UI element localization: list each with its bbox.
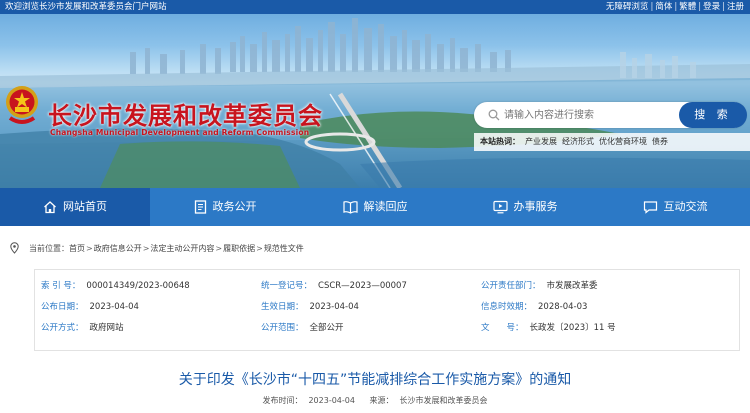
breadcrumb: 当前位置： 首页 > 政府信息公开 > 法定主动公开内容 > 履职依据 > 规范性文件: [10, 242, 304, 254]
document-icon: [194, 200, 206, 214]
source-label: 来源：: [369, 396, 394, 405]
welcome-text: 欢迎浏览长沙市发展和改革委员会门户网站: [5, 2, 167, 12]
breadcrumb-label: 当前位置：: [29, 243, 69, 253]
nav-item-home[interactable]: 网站首页: [0, 188, 150, 226]
breadcrumb-item[interactable]: 政府信息公开: [94, 243, 142, 254]
hot-word-link[interactable]: 优化营商环境: [599, 137, 647, 146]
hot-word-link[interactable]: 债券: [652, 137, 668, 146]
nav-item-gov-affairs[interactable]: 政务公开: [150, 188, 300, 226]
simplified-link[interactable]: 简体: [655, 0, 672, 14]
meta-scope: 公开范围： 全部公开: [261, 323, 344, 333]
meta-pub-date: 公布日期： 2023-04-04: [41, 302, 139, 312]
hot-word-link[interactable]: 产业发展: [525, 137, 557, 146]
traditional-link[interactable]: 繁體: [679, 0, 696, 14]
hot-words: 本站热词： 产业发展 经济形式 优化营商环境 债券: [474, 133, 750, 151]
nav-item-interaction[interactable]: 互动交流: [600, 188, 750, 226]
breadcrumb-item[interactable]: 法定主动公开内容: [150, 243, 214, 254]
meta-index-no: 索 引 号： 000014349/2023-00648: [41, 281, 190, 291]
login-link[interactable]: 登录: [703, 0, 720, 14]
breadcrumb-item[interactable]: 规范性文件: [264, 243, 304, 254]
home-icon: [44, 201, 56, 214]
source-value: 长沙市发展和改革委员会: [399, 396, 488, 405]
site-title: 长沙市发展和改革委员会: [48, 101, 323, 130]
document-meta-table: 索 引 号： 000014349/2023-00648 统一登记号： CSCR—20…: [34, 269, 740, 351]
article-info: 发布时间： 2023-04-04 来源： 长沙市发展和改革委员会: [0, 395, 750, 406]
top-links: 无障碍浏览 | 简体 | 繁體 | 登录 | 注册: [605, 0, 744, 14]
main-nav: 网站首页 政务公开 解读回应 办事服务 互动交流: [0, 188, 750, 226]
meta-expire-date: 信息时效期： 2028-04-03: [481, 302, 588, 312]
nav-item-interpretation[interactable]: 解读回应: [300, 188, 450, 226]
site-subtitle: Changsha Municipal Development and Refor…: [50, 128, 310, 137]
publish-date: 2023-04-04: [308, 396, 355, 405]
national-emblem-icon: [6, 86, 38, 124]
search-input[interactable]: [504, 105, 674, 125]
breadcrumb-item[interactable]: 履职依据: [223, 243, 255, 254]
accessibility-link[interactable]: 无障碍浏览: [606, 0, 649, 14]
book-icon: [342, 201, 358, 214]
article-title: 关于印发《长沙市“十四五”节能减排综合工作实施方案》的通知: [178, 372, 572, 388]
search-icon: [488, 109, 500, 121]
meta-effective-date: 生效日期： 2023-04-04: [261, 302, 359, 312]
chat-icon: [643, 201, 657, 214]
meta-dept: 公开责任部门： 市发展改革委: [481, 281, 598, 291]
hot-word-link[interactable]: 经济形式: [562, 137, 594, 146]
location-pin-icon: [10, 242, 19, 254]
header-banner: 长沙市发展和改革委员会 Changsha Municipal Developme…: [0, 14, 750, 188]
nav-item-services[interactable]: 办事服务: [450, 188, 600, 226]
meta-doc-no: 文 号： 长政发〔2023〕11 号: [481, 323, 616, 333]
breadcrumb-item[interactable]: 首页: [69, 243, 85, 254]
monitor-icon: [492, 200, 508, 214]
meta-method: 公开方式： 政府网站: [41, 323, 124, 333]
hot-words-label: 本站热词：: [480, 137, 520, 146]
search-box: 搜 索: [474, 102, 747, 128]
publish-label: 发布时间：: [262, 396, 303, 405]
meta-unified-no: 统一登记号： CSCR—2023—00007: [261, 281, 407, 291]
top-bar: 欢迎浏览长沙市发展和改革委员会门户网站 无障碍浏览 | 简体 | 繁體 | 登录 | 注册: [0, 0, 750, 14]
register-link[interactable]: 注册: [727, 0, 744, 14]
search-button[interactable]: 搜 索: [679, 102, 747, 128]
